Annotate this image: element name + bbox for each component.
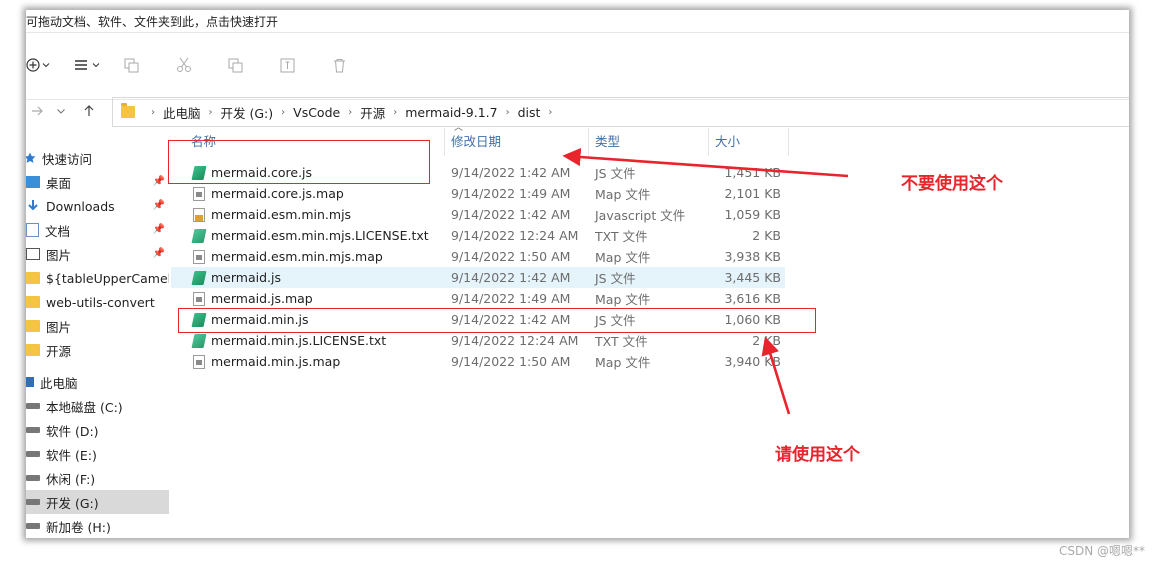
annotation-dont-use: 不要使用这个	[901, 174, 1003, 194]
file-explorer-window: 可拖动文档、软件、文件夹到此，点击快速打开 › 此电脑 › 开发 (G:) › …	[26, 10, 1129, 538]
annotation-use-this: 请使用这个	[775, 445, 860, 465]
arrow-to-min	[761, 336, 791, 415]
watermark: CSDN @嗯嗯**	[1058, 544, 1145, 558]
arrow-to-core	[562, 147, 849, 178]
annotation-arrows	[562, 147, 849, 415]
